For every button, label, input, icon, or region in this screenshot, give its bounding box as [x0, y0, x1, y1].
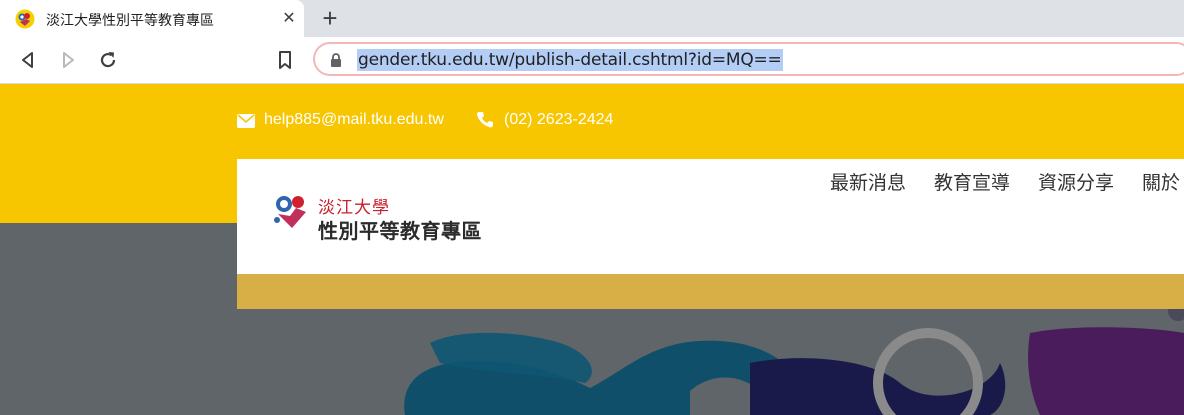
- bookmark-icon[interactable]: [272, 47, 298, 73]
- nav-item-resources[interactable]: 資源分享: [1038, 168, 1114, 195]
- page-viewport: help885@mail.tku.edu.tw (02) 2623-2424 淡…: [0, 84, 1184, 415]
- forward-arrow-icon[interactable]: [55, 47, 81, 73]
- phone-icon: [476, 112, 493, 128]
- url-text[interactable]: gender.tku.edu.tw/publish-detail.cshtml?…: [357, 49, 783, 71]
- nav-item-news[interactable]: 最新消息: [830, 168, 906, 195]
- nav-card-accent: [237, 274, 1184, 309]
- plus-icon[interactable]: +: [317, 5, 343, 32]
- logo-site-name: 性別平等教育專區: [318, 219, 482, 243]
- tab-strip: 淡江大學性別平等教育專區 ✕ +: [0, 0, 1184, 37]
- contact-phone-text[interactable]: (02) 2623-2424: [504, 111, 613, 129]
- back-arrow-icon[interactable]: [15, 47, 41, 73]
- nav-item-education[interactable]: 教育宣導: [934, 168, 1010, 195]
- reload-icon[interactable]: [95, 47, 121, 73]
- contact-email-text[interactable]: help885@mail.tku.edu.tw: [264, 111, 444, 129]
- site-favicon-icon: [15, 9, 35, 29]
- browser-tab[interactable]: 淡江大學性別平等教育專區 ✕: [0, 0, 304, 37]
- lock-icon[interactable]: [329, 52, 343, 68]
- close-icon[interactable]: ✕: [278, 8, 300, 30]
- browser-toolbar: gender.tku.edu.tw/publish-detail.cshtml?…: [0, 37, 1184, 84]
- tab-title: 淡江大學性別平等教育專區: [46, 13, 214, 29]
- logo-mark-icon: [274, 196, 306, 228]
- envelope-icon: [237, 114, 255, 128]
- nav-item-about[interactable]: 關於: [1142, 168, 1180, 195]
- site-logo[interactable]: 淡江大學 性別平等教育專區: [270, 190, 500, 243]
- address-bar[interactable]: gender.tku.edu.tw/publish-detail.cshtml?…: [313, 42, 1184, 76]
